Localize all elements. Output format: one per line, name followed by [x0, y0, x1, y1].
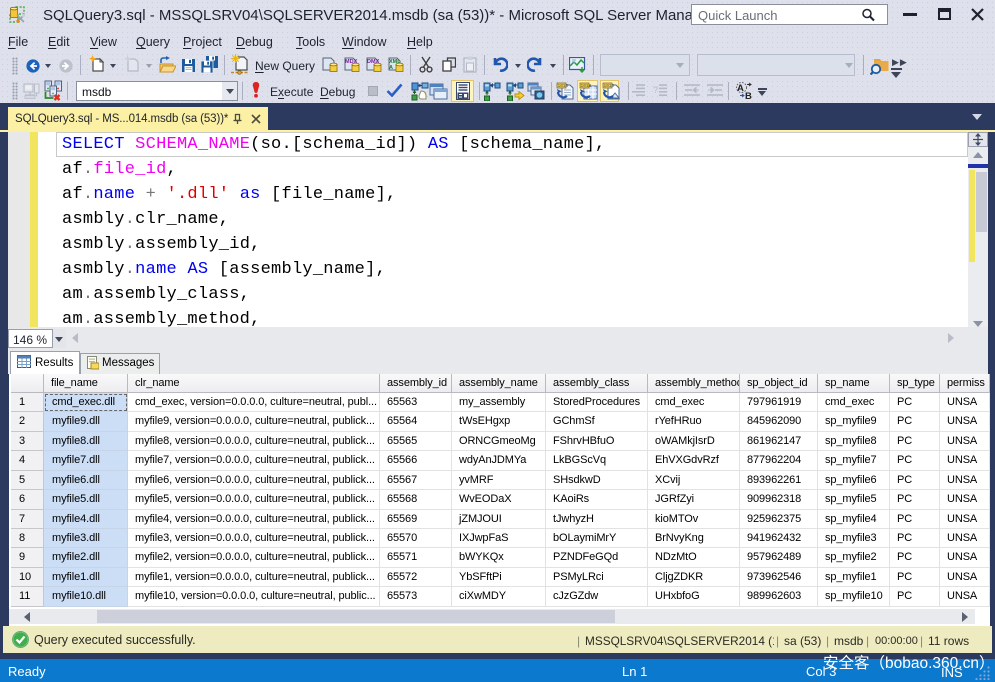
svg-text:A: A: [389, 65, 393, 71]
svg-text:1010: 1010: [558, 83, 569, 89]
svg-text:?: ?: [653, 85, 658, 95]
svg-text:1010: 1010: [581, 83, 592, 89]
svg-text:1010: 1010: [604, 83, 615, 89]
svg-text:B: B: [745, 91, 752, 100]
